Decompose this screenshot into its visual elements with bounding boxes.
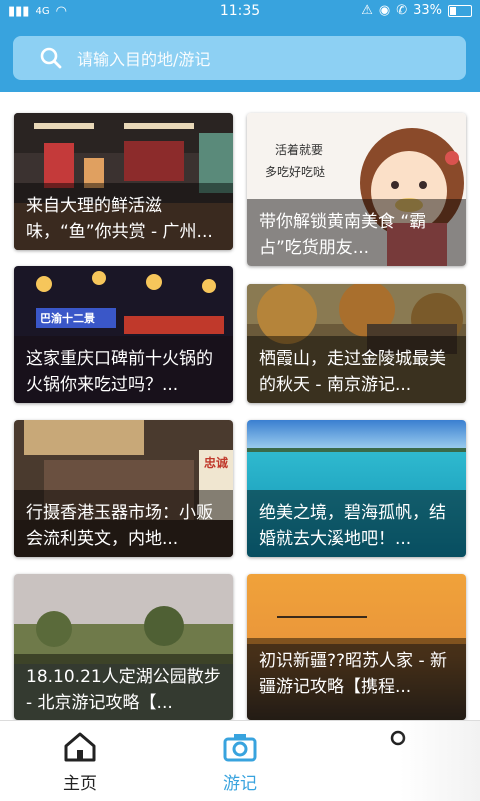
- travel-card[interactable]: 巴渝十二景 这家重庆口碑前十火锅的火锅你来吃过吗？...: [14, 266, 233, 403]
- cartoon-text-1: 活着就要: [275, 143, 324, 157]
- travel-card[interactable]: 绝美之境，碧海孤帆，结婚就去大溪地吧！...: [247, 420, 466, 557]
- search-box[interactable]: 请输入目的地/游记: [13, 36, 466, 80]
- alert-icon: ⚠: [361, 3, 373, 18]
- card-grid: 来自大理的鲜活滋味，“鱼”你共赏 - 广州... 活着就要 多吃好吃哒 带你解锁…: [0, 92, 480, 720]
- travel-card[interactable]: 活着就要 多吃好吃哒 带你解锁黄南美食 “霸占”吃货朋友...: [247, 113, 466, 266]
- tab-travel-notes-label: 游记: [223, 774, 257, 794]
- tab-travel-notes[interactable]: 游记: [180, 731, 300, 794]
- call-icon: ✆: [396, 3, 408, 18]
- card-title: 18.10.21人定湖公园散步 - 北京游记攻略【...: [14, 654, 233, 720]
- tab-home[interactable]: 主页: [20, 731, 140, 794]
- battery-icon: [448, 4, 472, 17]
- battery-percent: 33%: [413, 3, 442, 18]
- status-bar: ▮▮▮ 4G ◠ 11:35 ⚠ ◉ ✆ 33%: [0, 0, 480, 24]
- travel-card[interactable]: 18.10.21人定湖公园散步 - 北京游记攻略【...: [14, 574, 233, 720]
- card-title: 行摄香港玉器市场：小贩会流利英文，内地...: [14, 490, 233, 557]
- card-title: 绝美之境，碧海孤帆，结婚就去大溪地吧！...: [247, 490, 466, 557]
- search-icon: [40, 47, 62, 69]
- travel-card[interactable]: 栖霞山，走过金陵城最美的秋天 - 南京游记...: [247, 284, 466, 403]
- travel-card[interactable]: 初识新疆??昭苏人家 - 新疆游记攻略【携程...: [247, 574, 466, 720]
- travel-card[interactable]: 来自大理的鲜活滋味，“鱼”你共赏 - 广州...: [14, 113, 233, 250]
- corner-overlay: [400, 721, 480, 801]
- card-title: 这家重庆口碑前十火锅的火锅你来吃过吗？...: [14, 336, 233, 403]
- tab-home-label: 主页: [63, 774, 97, 794]
- card-sign-text: 巴渝十二景: [40, 312, 95, 325]
- cartoon-text-2: 多吃好吃哒: [265, 165, 326, 179]
- tab-bar: 主页 游记: [0, 720, 480, 801]
- card-title: 来自大理的鲜活滋味，“鱼”你共赏 - 广州...: [14, 183, 233, 250]
- card-title: 栖霞山，走过金陵城最美的秋天 - 南京游记...: [247, 336, 466, 403]
- status-right: ⚠ ◉ ✆ 33%: [361, 3, 472, 18]
- search-input[interactable]: 请输入目的地/游记: [77, 46, 210, 70]
- card-title: 初识新疆??昭苏人家 - 新疆游记攻略【携程...: [247, 638, 466, 720]
- header: 请输入目的地/游记: [0, 24, 480, 92]
- location-icon: ◉: [378, 3, 391, 18]
- camera-icon: [223, 734, 257, 762]
- home-icon: [64, 732, 96, 762]
- travel-card[interactable]: 忠诚 行摄香港玉器市场：小贩会流利英文，内地...: [14, 420, 233, 557]
- card-title: 带你解锁黄南美食 “霸占”吃货朋友...: [247, 199, 466, 266]
- card-sign-text: 忠诚: [204, 456, 229, 470]
